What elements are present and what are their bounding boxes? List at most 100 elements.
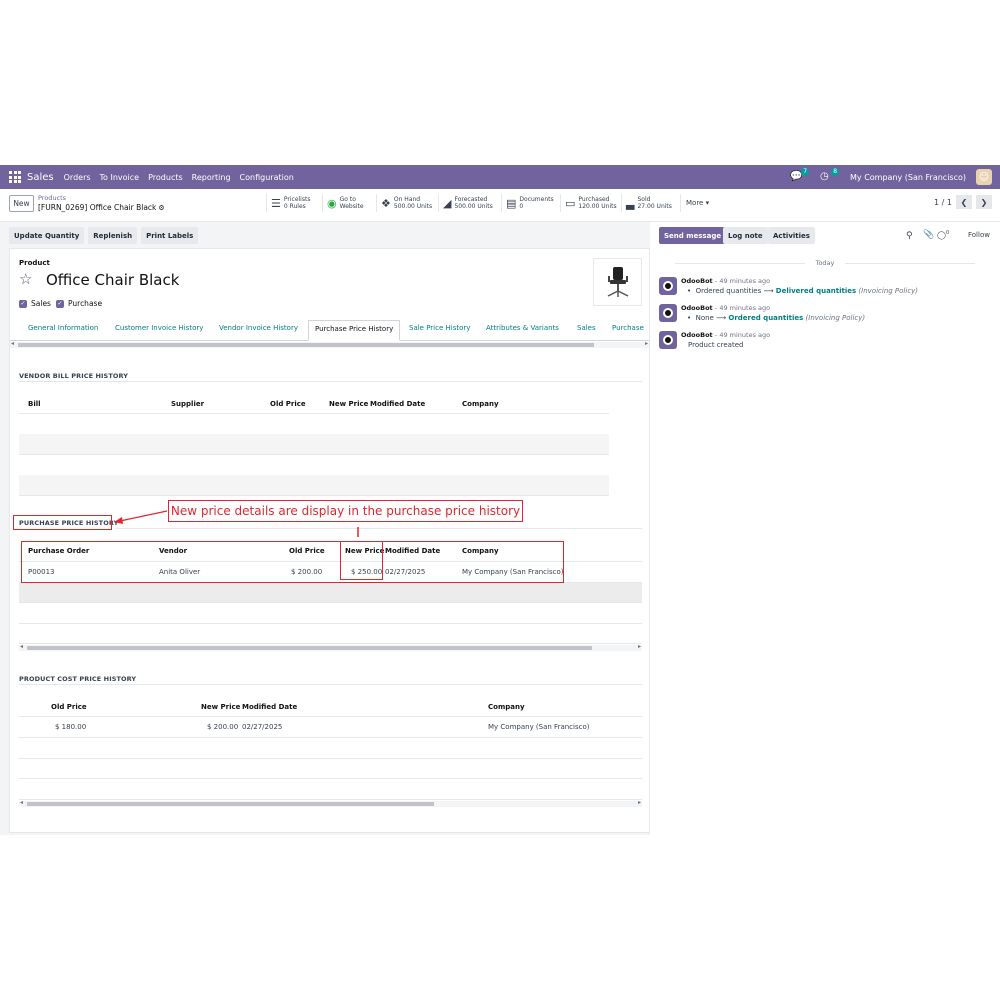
stat-documents-label: Documents (519, 196, 554, 203)
stat-pricelists-label: Pricelists (283, 196, 311, 203)
stat-forecasted-label: Forecasted (454, 196, 488, 203)
activity-menu[interactable]: ◷ 8 (820, 168, 840, 183)
column-header-old-price[interactable]: Old Price (51, 703, 87, 711)
paperclip-icon[interactable]: 📎 (923, 230, 934, 240)
pager-previous-button[interactable]: ❮ (956, 195, 972, 209)
message-time: - 49 minutes ago (714, 331, 771, 339)
odoobot-avatar[interactable] (659, 277, 677, 295)
stat-go-to-website[interactable]: ◉ Go to Website (322, 194, 364, 212)
table-scrollbar[interactable]: ◂ ▸ (19, 799, 642, 807)
menu-orders[interactable]: Orders (64, 173, 91, 182)
stat-purchased[interactable]: ▭ Purchased 120.00 Units (560, 194, 617, 212)
column-header-new-price[interactable]: New Price (201, 703, 240, 711)
top-navbar: Sales Orders To Invoice Products Reporti… (0, 165, 1000, 189)
can-be-purchased-checkbox[interactable]: ✓ Purchase (56, 299, 102, 308)
tab-general-information[interactable]: General Information (28, 324, 98, 341)
scrollbar-thumb[interactable] (18, 343, 594, 347)
tab-sale-price-history[interactable]: Sale Price History (409, 324, 470, 341)
stat-pricelists[interactable]: ☰ Pricelists 0 Rules (266, 194, 310, 212)
log-note-button[interactable]: Log note (723, 227, 768, 244)
breadcrumb-parent[interactable]: Products (38, 194, 66, 202)
menu-reporting[interactable]: Reporting (192, 173, 231, 182)
stat-on-hand-value: 500.00 Units (393, 203, 433, 210)
company-switcher[interactable]: My Company (San Francisco) (850, 173, 966, 182)
tab-customer-invoice-history[interactable]: Customer Invoice History (115, 324, 203, 341)
scroll-right-icon: ▸ (644, 340, 648, 347)
product-image[interactable] (593, 258, 642, 306)
apps-menu-icon[interactable] (9, 171, 21, 183)
followers-count: 0 (945, 230, 950, 236)
more-button[interactable]: More ▾ (680, 194, 714, 212)
tab-vendor-invoice-history[interactable]: Vendor Invoice History (219, 324, 298, 341)
form-action-bar: Update Quantity Replenish Print Labels (9, 227, 199, 244)
list-icon: ☰ (271, 196, 281, 210)
message-author[interactable]: OdooBot (681, 304, 713, 312)
annotation-callout: New price details are display in the pur… (168, 500, 523, 522)
cell-old-price: $ 180.00 (55, 723, 87, 731)
tab-purchase-price-history[interactable]: Purchase Price History (308, 320, 401, 341)
notebook-tabs: General Information Customer Invoice His… (10, 319, 649, 341)
menu-configuration[interactable]: Configuration (240, 173, 294, 182)
replenish-button[interactable]: Replenish (88, 227, 138, 244)
menu-products[interactable]: Products (148, 173, 183, 182)
stat-purchased-value: 120.00 Units (578, 203, 617, 210)
odoobot-avatar[interactable] (659, 331, 677, 349)
chevron-right-icon: ❯ (980, 197, 988, 207)
tracking-old-value: Ordered quantities (695, 287, 762, 295)
stat-sold[interactable]: ▃ Sold 27.00 Units (621, 194, 672, 212)
can-be-sold-checkbox[interactable]: ✓ Sales (19, 299, 51, 308)
column-header-new-price[interactable]: New Price (329, 400, 368, 408)
stat-documents[interactable]: ▤ Documents 0 (501, 194, 554, 212)
pager-value[interactable]: 1 / 1 (934, 198, 952, 207)
favorite-star-icon[interactable]: ☆ (19, 270, 32, 288)
pager-next-button[interactable]: ❯ (976, 195, 992, 209)
column-header-company[interactable]: Company (488, 703, 525, 711)
tab-attributes-variants[interactable]: Attributes & Variants (486, 324, 559, 341)
column-header-modified-date[interactable]: Modified Date (242, 703, 297, 711)
followers-button[interactable]: ◯0 (937, 230, 949, 240)
tab-purchase[interactable]: Purchase (612, 324, 644, 341)
tracking-new-value: Ordered quantities (728, 314, 804, 322)
search-icon[interactable]: ⚲ (906, 231, 913, 241)
stat-forecasted[interactable]: ◢ Forecasted 500.00 Units (438, 194, 493, 212)
stat-on-hand[interactable]: ❖ On Hand 500.00 Units (376, 194, 432, 212)
table-scrollbar[interactable]: ◂ ▸ (19, 643, 642, 651)
bar-chart-icon: ▃ (626, 196, 635, 210)
message-author[interactable]: OdooBot (681, 331, 713, 339)
activities-button[interactable]: Activities (768, 227, 815, 244)
table-row-divider (19, 758, 642, 759)
column-header-old-price[interactable]: Old Price (270, 400, 306, 408)
messaging-menu[interactable]: 💬 7 (790, 168, 810, 183)
vendor-bill-history-title: VENDOR BILL PRICE HISTORY (19, 372, 129, 380)
gear-icon[interactable]: ⚙ (158, 204, 164, 212)
user-avatar[interactable]: ☺ (976, 169, 992, 185)
scroll-right-icon: ▸ (637, 643, 641, 650)
new-button[interactable]: New (9, 195, 34, 212)
odoobot-avatar[interactable] (659, 304, 677, 322)
column-header-bill[interactable]: Bill (28, 400, 41, 408)
app-name[interactable]: Sales (27, 172, 54, 183)
table-row-divider (19, 643, 642, 644)
menu-to-invoice[interactable]: To Invoice (100, 173, 140, 182)
scroll-left-icon: ◂ (20, 643, 24, 650)
product-name[interactable]: Office Chair Black (46, 271, 179, 289)
table-row-divider (19, 716, 642, 717)
scrollbar-thumb[interactable] (27, 802, 434, 806)
send-message-button[interactable]: Send message (659, 227, 727, 244)
column-header-company[interactable]: Company (462, 400, 499, 408)
tab-sales[interactable]: Sales (577, 324, 596, 341)
follow-button[interactable]: Follow (968, 231, 990, 239)
table-row-divider (19, 454, 609, 455)
highlight-new-price-column (340, 541, 383, 580)
tabs-scrollbar[interactable]: ◂ ▸ (10, 340, 649, 348)
scrollbar-thumb[interactable] (27, 646, 592, 650)
print-labels-button[interactable]: Print Labels (141, 227, 199, 244)
cell-modified-date: 02/27/2025 (242, 723, 283, 731)
messages-count-badge: 7 (801, 168, 810, 176)
column-header-modified-date[interactable]: Modified Date (370, 400, 425, 408)
message-author[interactable]: OdooBot (681, 277, 713, 285)
chatter-panel: Send message Log note Activities ⚲ 📎 ◯0 … (650, 222, 1000, 835)
update-quantity-button[interactable]: Update Quantity (9, 227, 85, 244)
caret-down-icon: ▾ (705, 199, 710, 207)
column-header-supplier[interactable]: Supplier (171, 400, 204, 408)
